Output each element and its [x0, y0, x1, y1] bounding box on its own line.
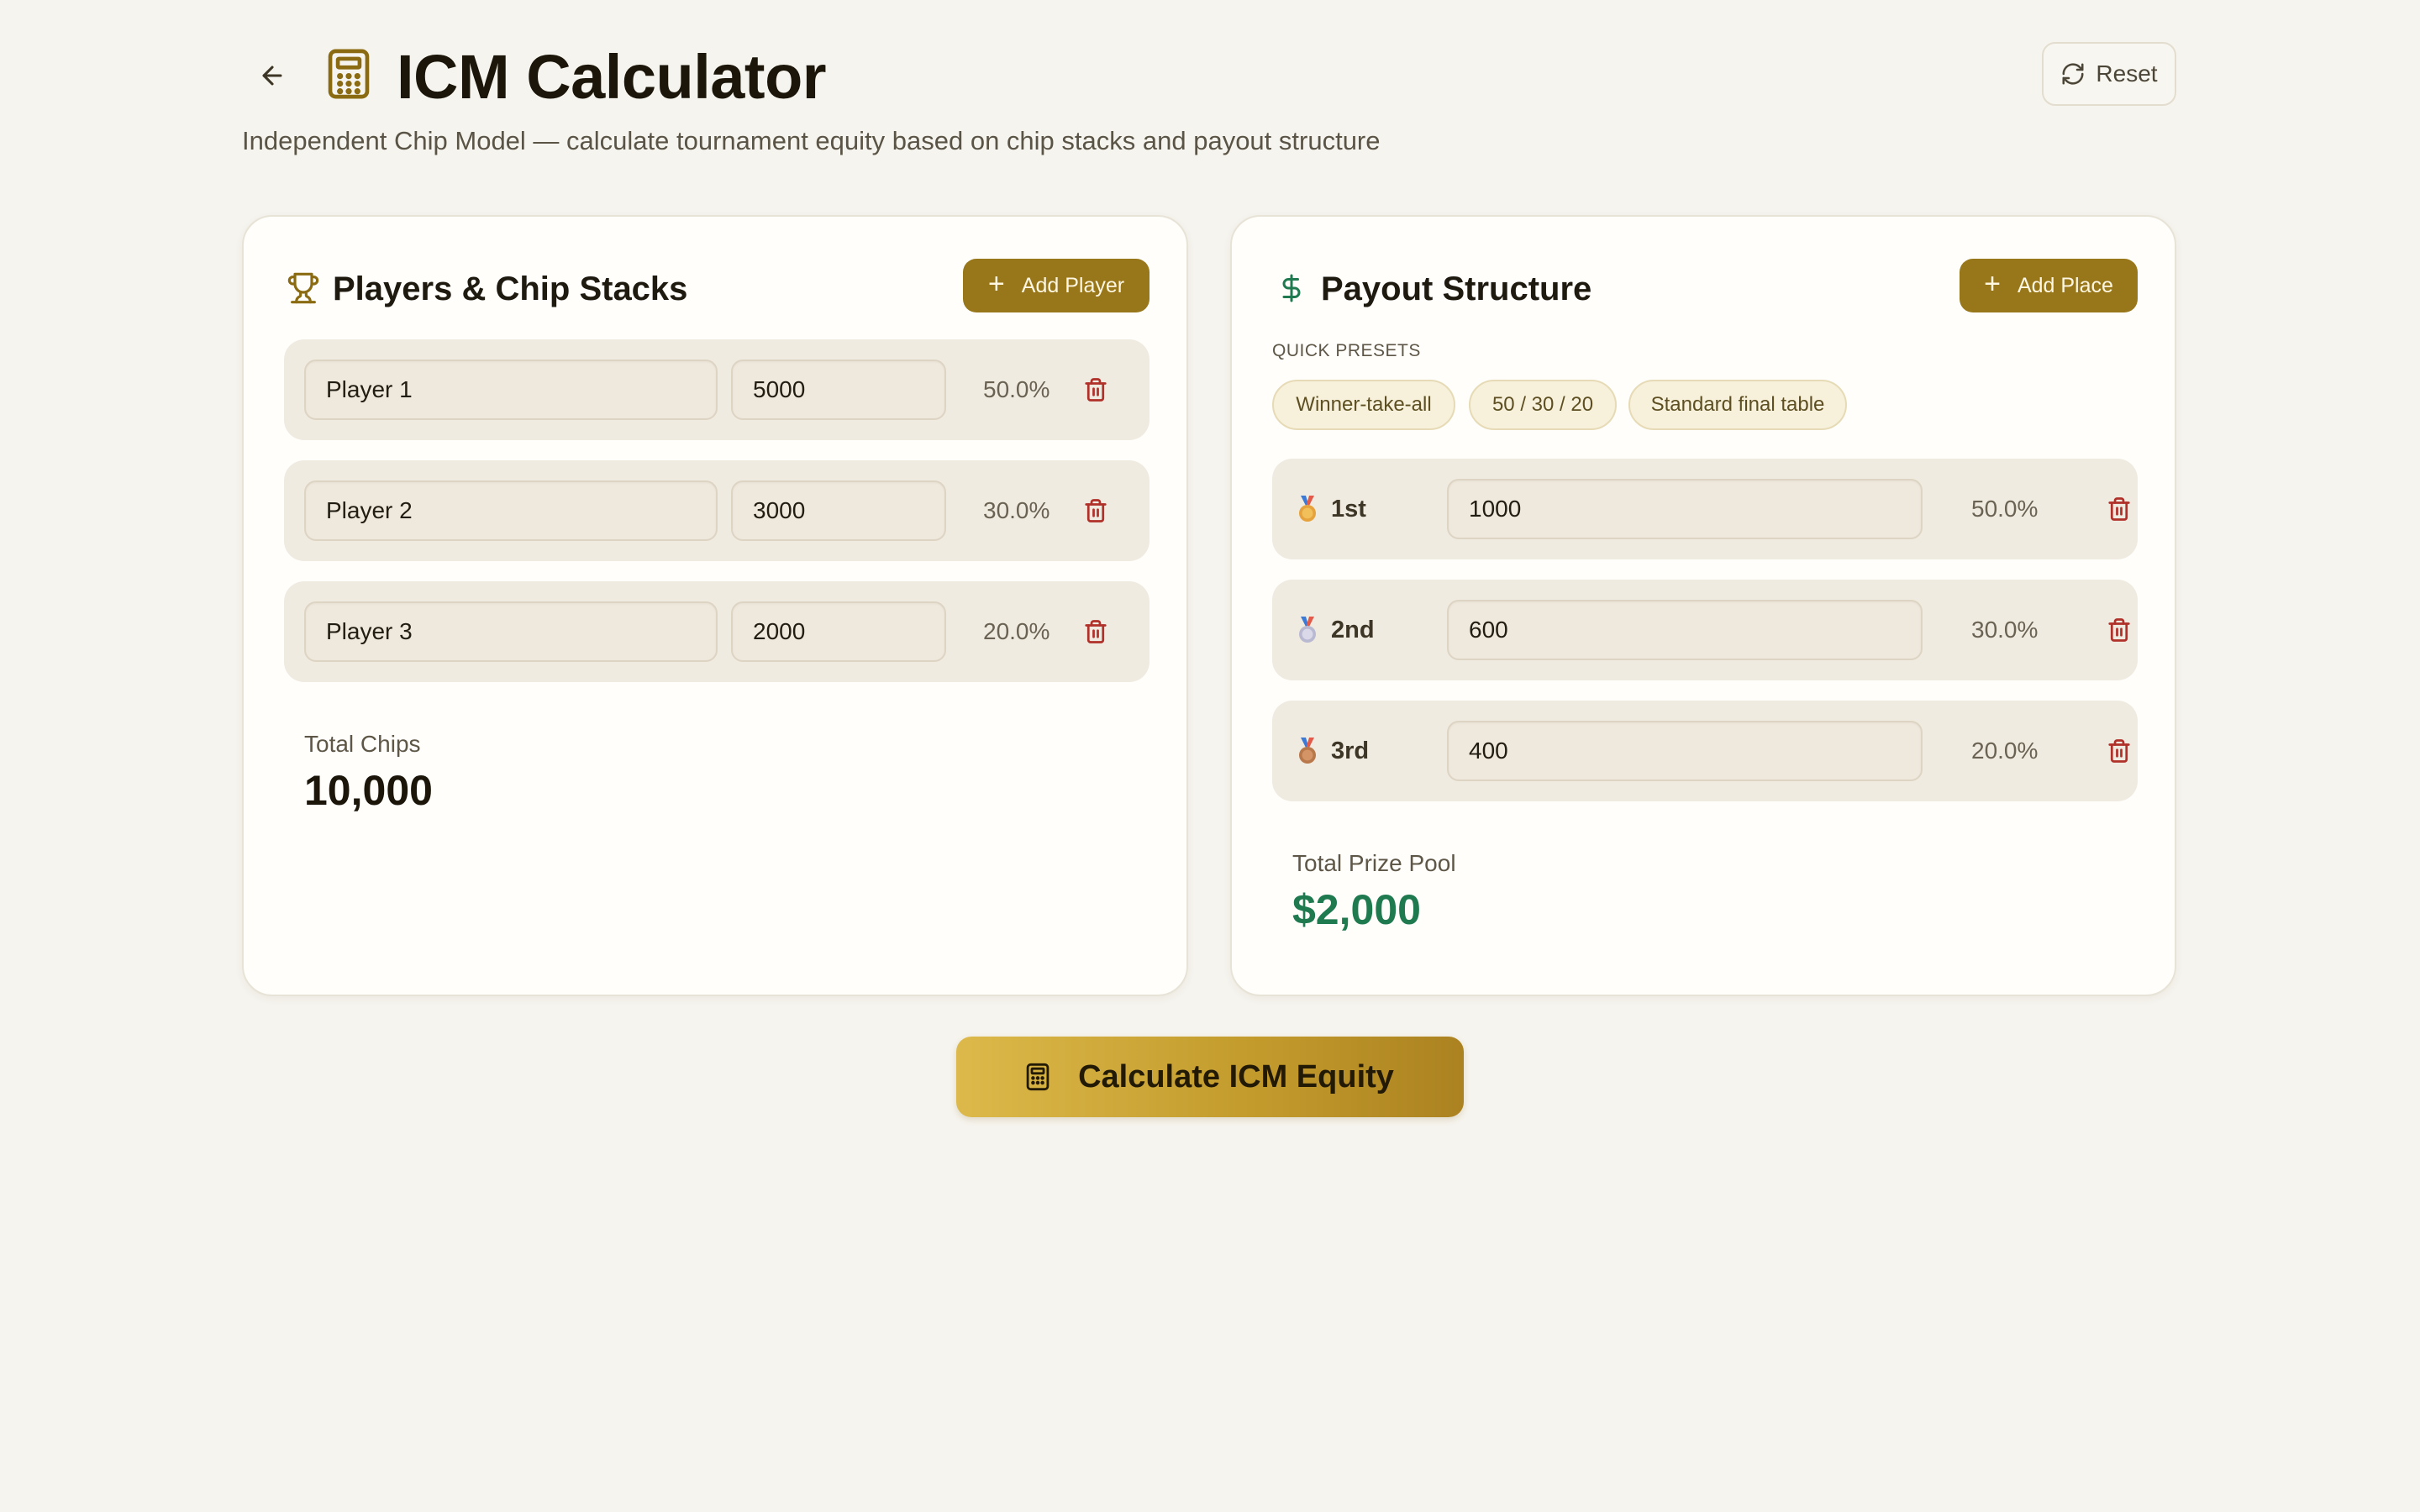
total-chips-label: Total Chips [304, 731, 421, 757]
back-button[interactable] [250, 54, 294, 97]
refresh-icon [2062, 63, 2084, 85]
payout-card: Payout Structure + Add Place QUICK PRESE… [1230, 215, 2176, 996]
trash-icon [1085, 378, 1107, 402]
preset-standard-final-table[interactable]: Standard final table [1628, 380, 1847, 430]
add-place-label: Add Place [2017, 273, 2113, 297]
player-chips-input[interactable]: 5000 [731, 360, 946, 420]
arrow-left-icon [262, 66, 282, 86]
delete-player-button[interactable] [1079, 373, 1113, 407]
players-card: Players & Chip Stacks + Add Player Playe… [242, 215, 1188, 996]
payout-card-title: Payout Structure [1321, 270, 1592, 307]
payout-amount-input[interactable]: 1000 [1447, 479, 1923, 539]
payout-row: 1st 1000 50.0% [1272, 459, 2138, 559]
player-chips-input[interactable]: 2000 [731, 601, 946, 662]
player-row: Player 1 5000 50.0% [284, 339, 1150, 440]
delete-player-button[interactable] [1079, 615, 1113, 648]
dollar-icon [1274, 269, 1309, 307]
silver-medal-icon [1299, 617, 1316, 643]
player-name-input[interactable]: Player 1 [304, 360, 718, 420]
bronze-medal-icon [1299, 738, 1316, 764]
reset-label: Reset [2096, 60, 2158, 87]
gold-medal-icon [1299, 496, 1316, 522]
player-chip-percent: 50.0% [983, 376, 1050, 402]
add-player-label: Add Player [1021, 273, 1125, 297]
payout-row: 2nd 600 30.0% [1272, 580, 2138, 680]
calculator-icon [326, 47, 371, 101]
plus-icon: + [1984, 268, 2001, 300]
add-player-button[interactable]: + Add Player [963, 259, 1150, 312]
total-prize-pool-value: $2,000 [1292, 886, 1421, 933]
payout-percent: 50.0% [1971, 496, 2039, 522]
player-chips-input[interactable]: 3000 [731, 480, 946, 541]
reset-button[interactable]: Reset [2042, 42, 2176, 106]
payout-row: 3rd 400 20.0% [1272, 701, 2138, 801]
add-place-button[interactable]: + Add Place [1960, 259, 2138, 312]
player-name-input[interactable]: Player 3 [304, 601, 718, 662]
calculate-label: Calculate ICM Equity [1078, 1058, 1394, 1095]
trophy-icon [286, 269, 321, 307]
trash-icon [1085, 499, 1107, 522]
player-name-input[interactable]: Player 2 [304, 480, 718, 541]
plus-icon: + [987, 268, 1005, 300]
total-prize-pool-label: Total Prize Pool [1292, 850, 1456, 876]
players-card-title: Players & Chip Stacks [333, 270, 688, 307]
payout-percent: 30.0% [1971, 617, 2039, 643]
payout-amount-input[interactable]: 400 [1447, 721, 1923, 781]
delete-place-button[interactable] [2102, 492, 2136, 526]
calculate-icm-button[interactable]: Calculate ICM Equity [956, 1037, 1464, 1117]
page-title: ICM Calculator [397, 42, 827, 112]
delete-place-button[interactable] [2102, 613, 2136, 647]
trash-icon [2108, 739, 2130, 763]
page-subtitle: Independent Chip Model — calculate tourn… [242, 126, 1381, 155]
preset-50-30-20[interactable]: 50 / 30 / 20 [1469, 380, 1617, 430]
payout-percent: 20.0% [1971, 738, 2039, 764]
delete-player-button[interactable] [1079, 494, 1113, 528]
player-row: Player 3 2000 20.0% [284, 581, 1150, 682]
player-chip-percent: 20.0% [983, 618, 1050, 644]
trash-icon [2108, 618, 2130, 642]
preset-winner-take-all[interactable]: Winner-take-all [1272, 380, 1455, 430]
calculator-icon [1026, 1063, 1050, 1091]
place-label: 1st [1331, 495, 1366, 522]
place-label: 3rd [1331, 737, 1370, 764]
place-label: 2nd [1331, 616, 1375, 643]
total-chips-value: 10,000 [304, 767, 433, 814]
player-chip-percent: 30.0% [983, 497, 1050, 523]
delete-place-button[interactable] [2102, 734, 2136, 768]
trash-icon [1085, 620, 1107, 643]
player-row: Player 2 3000 30.0% [284, 460, 1150, 561]
quick-presets-label: QUICK PRESETS [1272, 341, 1421, 360]
trash-icon [2108, 497, 2130, 521]
payout-amount-input[interactable]: 600 [1447, 600, 1923, 660]
